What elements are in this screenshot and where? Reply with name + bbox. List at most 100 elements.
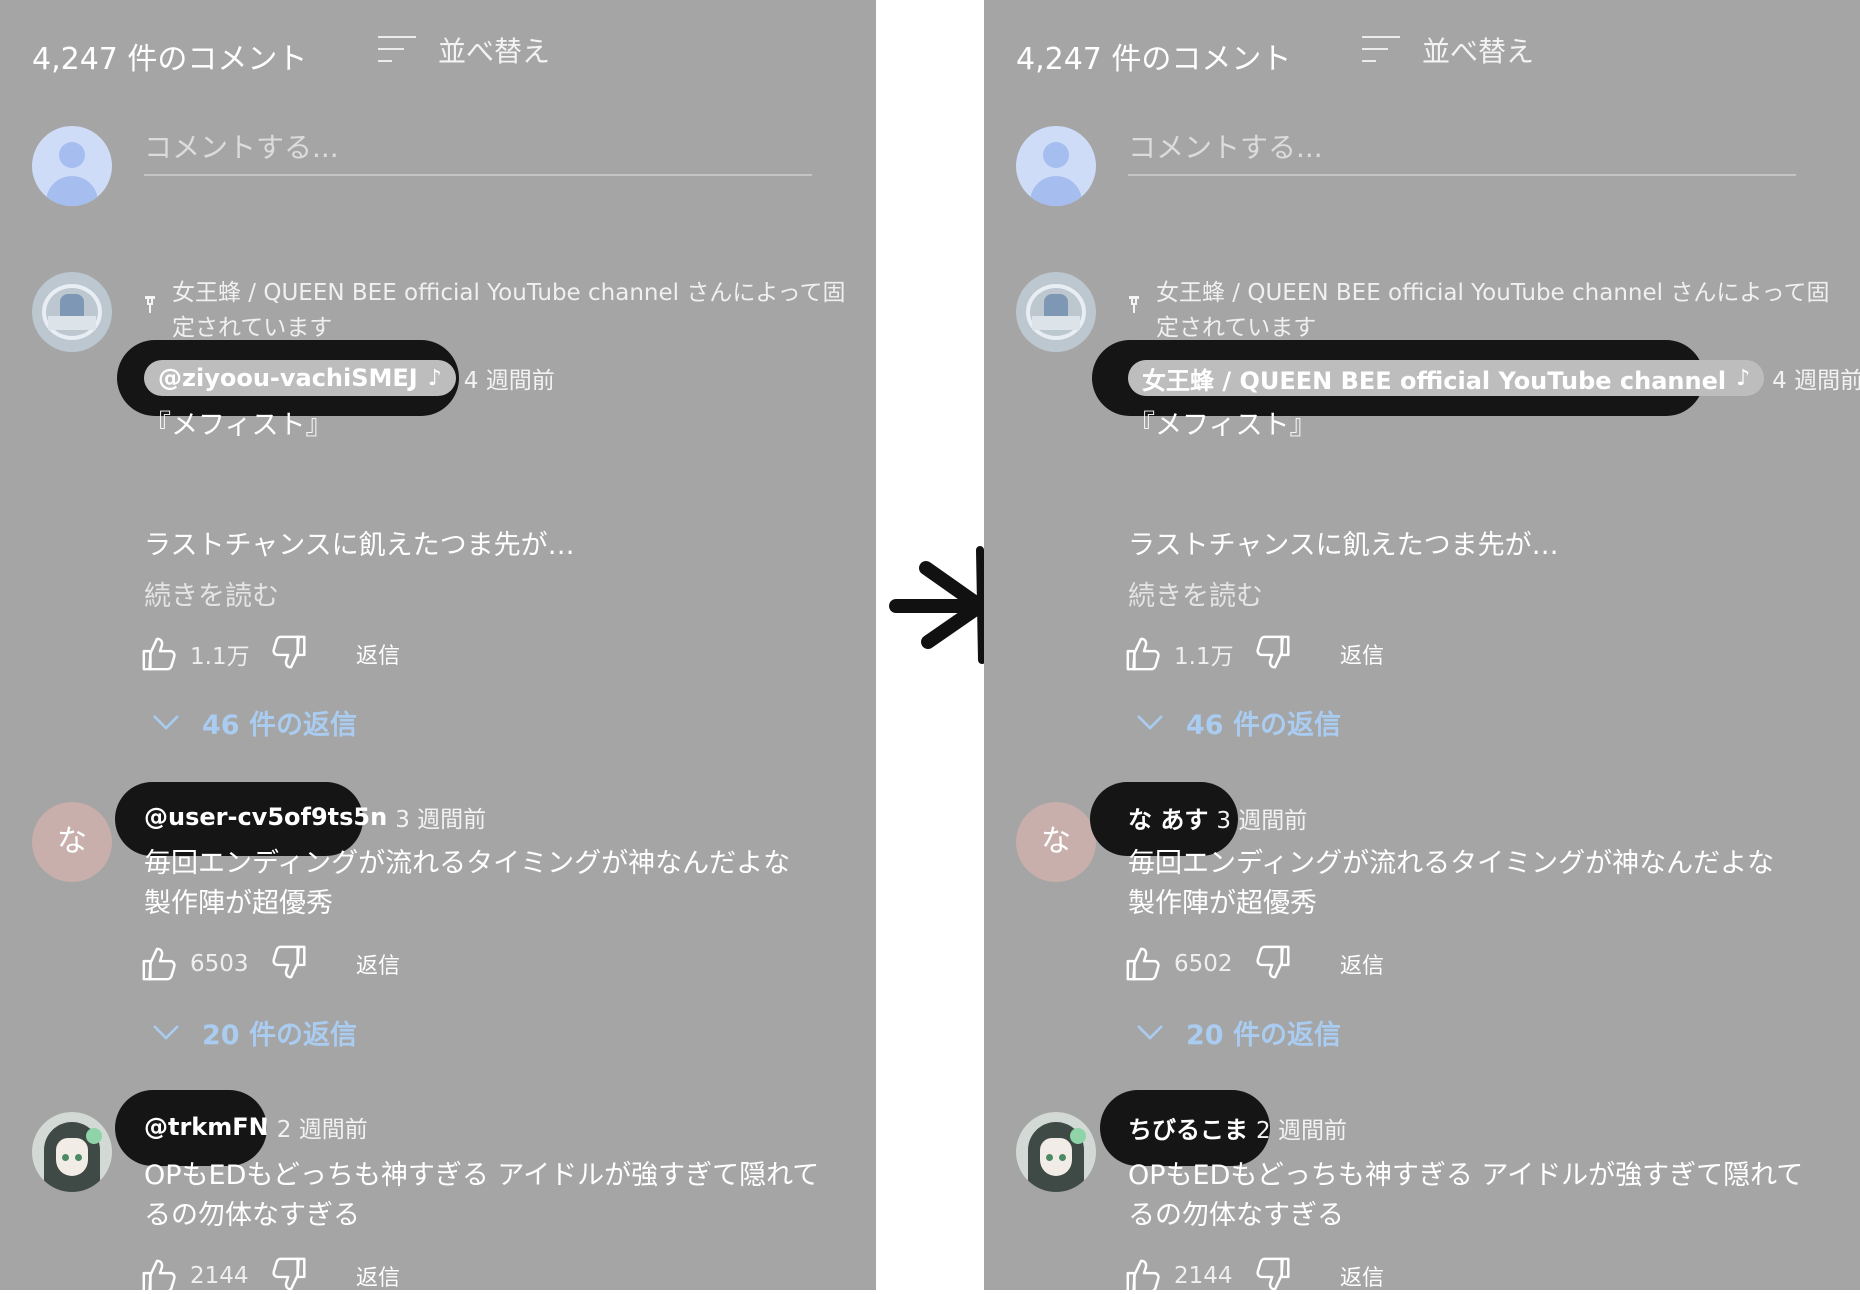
view-replies-button[interactable]: 46 件の返信	[152, 702, 357, 742]
author-name[interactable]: な あす	[1128, 800, 1208, 835]
comment-time[interactable]: 3 週間前	[395, 800, 486, 834]
read-more-link[interactable]: 続きを読む	[144, 574, 279, 613]
comment-time[interactable]: 3 週間前	[1216, 801, 1307, 835]
comment-actions: 2144 返信	[1124, 1256, 1384, 1290]
avatar[interactable]	[32, 1112, 112, 1192]
comment-text-line: 毎回エンディングが流れるタイミングが神なんだよな	[144, 848, 791, 879]
comment-text-line: ラストチャンスに飢えたつま先が…	[1128, 530, 1559, 561]
comment-text-line: ラストチャンスに飢えたつま先が…	[144, 530, 575, 561]
sort-button[interactable]: 並べ替え	[1362, 30, 1534, 70]
sort-button[interactable]: 並べ替え	[378, 30, 550, 70]
comment-time[interactable]: 4 週間前	[464, 361, 555, 395]
comment-time[interactable]: 2 週間前	[1256, 1111, 1347, 1145]
comment-input[interactable]: コメントする...	[1128, 122, 1796, 176]
thumbs-down-icon[interactable]	[1256, 635, 1294, 673]
comment-input[interactable]: コメントする...	[144, 122, 812, 176]
pin-icon	[1128, 296, 1140, 314]
reply-button[interactable]: 返信	[1340, 1260, 1384, 1290]
comment-header: @ziyoou-vachiSMEJ ♪ 4 週間前	[144, 360, 555, 396]
comment-actions: 1.1万 返信	[140, 634, 400, 674]
comment-input-placeholder: コメントする...	[1128, 131, 1323, 164]
comments-panel-after: 4,247 件のコメント 並べ替え コメントする... 女王蜂 / QUEEN …	[984, 0, 1860, 1290]
comment-text-line: るの勿体なすぎる	[144, 1200, 360, 1231]
thumbs-up-icon[interactable]	[1124, 945, 1162, 983]
comment-text-line: るの勿体なすぎる	[1128, 1200, 1344, 1231]
author-name[interactable]: @ziyoou-vachiSMEJ ♪	[144, 360, 456, 396]
view-replies-button[interactable]: 20 件の返信	[152, 1012, 357, 1052]
thumbs-up-icon[interactable]	[1124, 635, 1162, 673]
sort-icon	[378, 34, 416, 66]
comment-input-placeholder: コメントする...	[144, 131, 339, 164]
author-name[interactable]: @user-cv5of9ts5n	[144, 803, 387, 831]
replies-label: 46 件の返信	[1186, 709, 1341, 741]
author-name-text: 女王蜂 / QUEEN BEE official YouTube channel	[1142, 366, 1727, 395]
chevron-down-icon	[153, 1025, 179, 1040]
chevron-down-icon	[1137, 715, 1163, 730]
reply-button[interactable]: 返信	[1340, 948, 1384, 980]
thumbs-up-icon[interactable]	[140, 635, 178, 673]
thumbs-down-icon[interactable]	[272, 945, 310, 983]
comment-header: な あす 3 週間前	[1128, 800, 1307, 835]
comment-actions: 2144 返信	[140, 1256, 400, 1290]
comment-text-line: OPもEDもどっちも神すぎる アイドルが強すぎて隠れて	[144, 1160, 820, 1191]
author-name-text: @ziyoou-vachiSMEJ	[158, 364, 418, 392]
read-more-link[interactable]: 続きを読む	[1128, 574, 1263, 613]
comment-actions: 1.1万 返信	[1124, 634, 1384, 674]
comment-text-line: 毎回エンディングが流れるタイミングが神なんだよな	[1128, 848, 1775, 879]
thumbs-down-icon[interactable]	[1256, 1257, 1294, 1290]
pin-icon	[144, 296, 156, 314]
thumbs-down-icon[interactable]	[272, 635, 310, 673]
comment-time[interactable]: 4 週間前	[1772, 361, 1860, 395]
channel-avatar[interactable]	[1016, 272, 1096, 352]
like-count: 1.1万	[190, 644, 250, 670]
thumbs-down-icon[interactable]	[272, 1257, 310, 1290]
reply-button[interactable]: 返信	[356, 948, 400, 980]
comment-header: @trkmFN 2 週間前	[144, 1110, 368, 1144]
comment-header: 女王蜂 / QUEEN BEE official YouTube channel…	[1128, 360, 1860, 396]
reply-button[interactable]: 返信	[1340, 638, 1384, 670]
comment-text-line: 製作陣が超優秀	[144, 888, 333, 919]
arrow-right-icon	[889, 546, 987, 664]
music-note-icon: ♪	[427, 365, 442, 391]
like-count: 6502	[1174, 951, 1233, 977]
author-name[interactable]: ちびるこま	[1128, 1110, 1248, 1145]
thumbs-up-icon[interactable]	[140, 945, 178, 983]
sort-icon	[1362, 34, 1400, 66]
music-note-icon: ♪	[1736, 365, 1751, 391]
replies-label: 46 件の返信	[202, 709, 357, 741]
pinned-text: 女王蜂 / QUEEN BEE official YouTube channel…	[1156, 280, 1830, 341]
comment-text-line: 『メフィスト』	[1128, 410, 1317, 441]
comment-time[interactable]: 2 週間前	[277, 1110, 368, 1144]
comments-panel-before: 4,247 件のコメント 並べ替え コメントする... 女王蜂 / QUEEN …	[0, 0, 876, 1290]
thumbs-up-icon[interactable]	[140, 1257, 178, 1290]
reply-button[interactable]: 返信	[356, 638, 400, 670]
avatar	[1016, 126, 1096, 206]
comment-count: 4,247 件のコメント	[1016, 42, 1292, 77]
view-replies-button[interactable]: 20 件の返信	[1136, 1012, 1341, 1052]
reply-button[interactable]: 返信	[356, 1260, 400, 1290]
avatar[interactable]: な	[1016, 802, 1096, 882]
comment-actions: 6502 返信	[1124, 944, 1384, 984]
transition-area	[876, 0, 987, 1290]
like-count: 1.1万	[1174, 644, 1234, 670]
avatar-letter: な	[1041, 824, 1071, 859]
comment-text-line: 『メフィスト』	[144, 410, 333, 441]
thumbs-up-icon[interactable]	[1124, 1257, 1162, 1290]
sort-label: 並べ替え	[438, 35, 551, 68]
replies-label: 20 件の返信	[202, 1019, 357, 1051]
sort-label: 並べ替え	[1422, 35, 1535, 68]
comment-count: 4,247 件のコメント	[32, 42, 308, 77]
like-count: 2144	[190, 1263, 249, 1289]
avatar[interactable]	[1016, 1112, 1096, 1192]
author-name[interactable]: 女王蜂 / QUEEN BEE official YouTube channel…	[1128, 360, 1765, 396]
channel-avatar[interactable]	[32, 272, 112, 352]
comment-actions: 6503 返信	[140, 944, 400, 984]
avatar[interactable]: な	[32, 802, 112, 882]
avatar	[32, 126, 112, 206]
view-replies-button[interactable]: 46 件の返信	[1136, 702, 1341, 742]
thumbs-down-icon[interactable]	[1256, 945, 1294, 983]
comment-text-line: OPもEDもどっちも神すぎる アイドルが強すぎて隠れて	[1128, 1160, 1804, 1191]
author-name[interactable]: @trkmFN	[144, 1113, 269, 1141]
replies-label: 20 件の返信	[1186, 1019, 1341, 1051]
like-count: 6503	[190, 951, 249, 977]
